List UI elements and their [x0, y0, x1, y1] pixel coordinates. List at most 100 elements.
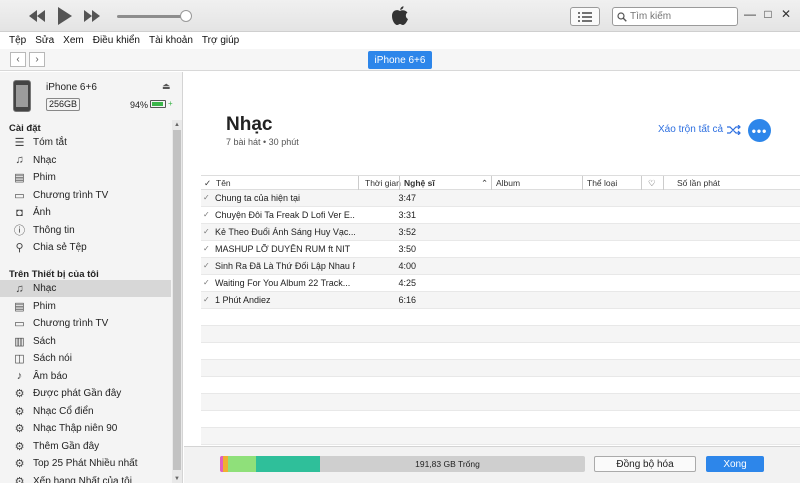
column-time[interactable]: Thời gian: [365, 178, 401, 188]
sidebar-item[interactable]: ♫ Nhạc: [0, 152, 171, 169]
sidebar-item[interactable]: ⚙ Được phát Gần đây: [0, 385, 171, 402]
column-divider: [491, 176, 492, 190]
sidebar-item-label: Tóm tắt: [33, 137, 67, 148]
sidebar-item-label: Phim: [33, 300, 56, 312]
column-name[interactable]: Tên: [216, 178, 231, 188]
table-row[interactable]: ✓ MASHUP LỠ DUYÊN RUM ft NIT 3:50: [201, 241, 800, 258]
sidebar-item[interactable]: ⚙ Nhạc Thập niên 90: [0, 420, 171, 437]
book-icon: ▥: [14, 335, 25, 348]
song-name: Chung ta của hiện tại: [215, 193, 301, 203]
on-device-header: Trên Thiết bị của tôi: [9, 269, 99, 280]
row-checkbox[interactable]: ✓: [203, 278, 210, 287]
menu-file[interactable]: Tệp: [9, 35, 26, 46]
sidebar-item-label: Thông tin: [33, 224, 75, 236]
sidebar-item[interactable]: ⚲ Chia sẻ Tệp: [0, 239, 171, 256]
column-plays[interactable]: Số lần phát: [677, 178, 720, 188]
sidebar-item[interactable]: ▤ Phim: [0, 298, 171, 315]
forward-button[interactable]: ›: [29, 52, 45, 67]
row-checkbox[interactable]: ✓: [203, 227, 210, 236]
volume-slider[interactable]: [117, 15, 187, 18]
table-row[interactable]: ✓ Kẻ Theo Đuổi Ánh Sáng Huy Vạc... 3:52: [201, 224, 800, 241]
scroll-up-icon[interactable]: ▲: [172, 120, 182, 129]
sidebar-item[interactable]: ⓘ Thông tin: [0, 222, 171, 239]
film-icon: ▤: [14, 172, 25, 184]
heart-icon[interactable]: ♡: [648, 178, 656, 189]
eject-icon[interactable]: ⏏: [162, 81, 171, 92]
row-checkbox[interactable]: ✓: [203, 295, 210, 304]
sidebar-item[interactable]: ♫ Nhạc: [0, 280, 171, 297]
maximize-icon[interactable]: □: [760, 6, 776, 22]
sidebar-item[interactable]: ⚙ Top 25 Phát Nhiều nhất: [0, 455, 171, 472]
search-input[interactable]: [630, 11, 730, 22]
battery-icon: [150, 100, 166, 108]
scroll-down-icon[interactable]: ▼: [172, 474, 182, 483]
sidebar-item[interactable]: ◫ Sách nói: [0, 350, 171, 367]
sidebar-item-label: Xếp hạng Nhất của tôi: [33, 475, 132, 483]
row-checkbox[interactable]: ✓: [203, 210, 210, 219]
sidebar-item[interactable]: ⚙ Thêm Gần đây: [0, 438, 171, 455]
sidebar-item[interactable]: ▥ Sách: [0, 333, 171, 350]
menu-controls[interactable]: Điều khiển: [93, 35, 140, 46]
device-info[interactable]: iPhone 6+6 ⏏ 256GB 94% +: [0, 72, 182, 120]
table-row[interactable]: ✓ Sinh Ra Đã Là Thứ Đối Lập Nhau F... 4:00: [201, 258, 800, 275]
device-name: iPhone 6+6: [46, 82, 97, 93]
page-subtitle: 7 bài hát • 30 phút: [226, 137, 299, 147]
close-icon[interactable]: ✕: [778, 6, 794, 22]
menu-edit[interactable]: Sửa: [35, 35, 54, 46]
sidebar-item[interactable]: ▭ Chương trình TV: [0, 315, 171, 332]
sidebar-item[interactable]: ▭ Chương trình TV: [0, 187, 171, 204]
sync-button[interactable]: Đồng bộ hóa: [594, 456, 696, 472]
menu-view[interactable]: Xem: [63, 35, 84, 46]
volume-knob[interactable]: [180, 10, 192, 22]
device-tab[interactable]: iPhone 6+6: [368, 51, 432, 69]
column-album[interactable]: Album: [496, 178, 520, 188]
row-checkbox[interactable]: ✓: [203, 193, 210, 202]
done-button[interactable]: Xong: [706, 456, 764, 472]
minimize-icon[interactable]: —: [742, 6, 758, 22]
sidebar-item[interactable]: ▤ Phim: [0, 169, 171, 186]
charging-icon: +: [168, 99, 173, 108]
table-row[interactable]: ✓ Waiting For You Album 22 Track... 4:25: [201, 275, 800, 292]
more-options-button[interactable]: •••: [748, 119, 771, 142]
back-button[interactable]: ‹: [10, 52, 26, 67]
music-note-icon: ♫: [15, 154, 24, 166]
sort-check-icon: ✓: [204, 178, 212, 188]
audiobook-icon: ◫: [14, 353, 25, 365]
gear-icon: ⚙: [14, 440, 25, 453]
column-genre[interactable]: Thể loại: [587, 178, 617, 188]
bell-icon: ♪: [16, 370, 23, 382]
sidebar-item-label: Phim: [33, 172, 56, 183]
column-divider: [641, 176, 642, 190]
sidebar-item-label: Sách: [33, 335, 56, 347]
play-icon[interactable]: [57, 6, 73, 29]
sidebar-item[interactable]: ♪ Âm báo: [0, 368, 171, 385]
list-view-button[interactable]: [570, 7, 600, 26]
sidebar-item[interactable]: ☰ Tóm tắt: [0, 134, 171, 151]
sidebar-item[interactable]: ◘ Ảnh: [0, 204, 171, 221]
chevron-right-icon: ›: [35, 54, 39, 65]
menu-account[interactable]: Tài khoản: [149, 35, 193, 46]
table-row[interactable]: ✓ 1 Phút Andiez 6:16: [201, 292, 800, 309]
fast-forward-icon[interactable]: [83, 9, 101, 26]
column-artist[interactable]: Nghệ sĩ: [404, 178, 435, 188]
apps-icon: ⚲: [15, 242, 24, 254]
row-checkbox[interactable]: ✓: [203, 261, 210, 270]
search-box[interactable]: [612, 7, 738, 26]
shuffle-all-button[interactable]: Xáo trộn tất cả: [658, 124, 741, 135]
sidebar-scrollbar[interactable]: ▲ ▼: [172, 120, 182, 483]
column-divider: [399, 176, 400, 190]
sidebar-item-label: Chương trình TV: [33, 318, 109, 329]
menu-help[interactable]: Trợ giúp: [202, 35, 239, 46]
scroll-thumb[interactable]: [173, 130, 181, 470]
table-row[interactable]: ✓ Chuyện Đôi Ta Freak D Lofi Ver E... 3:31: [201, 207, 800, 224]
sidebar-item[interactable]: ⚙ Xếp hạng Nhất của tôi: [0, 473, 171, 483]
apple-logo-icon: [389, 5, 411, 27]
rewind-icon[interactable]: [28, 9, 46, 26]
row-checkbox[interactable]: ✓: [203, 244, 210, 253]
sidebar-item[interactable]: ⚙ Nhạc Cổ điển: [0, 403, 171, 420]
footer-bar: 191,83 GB Trống Đồng bộ hóa Xong: [184, 446, 800, 483]
storage-free-label: 191,83 GB Trống: [415, 459, 480, 469]
song-name: MASHUP LỠ DUYÊN RUM ft NIT: [215, 244, 351, 254]
column-divider: [582, 176, 583, 190]
table-row[interactable]: ✓ Chung ta của hiện tại 3:47: [201, 190, 800, 207]
